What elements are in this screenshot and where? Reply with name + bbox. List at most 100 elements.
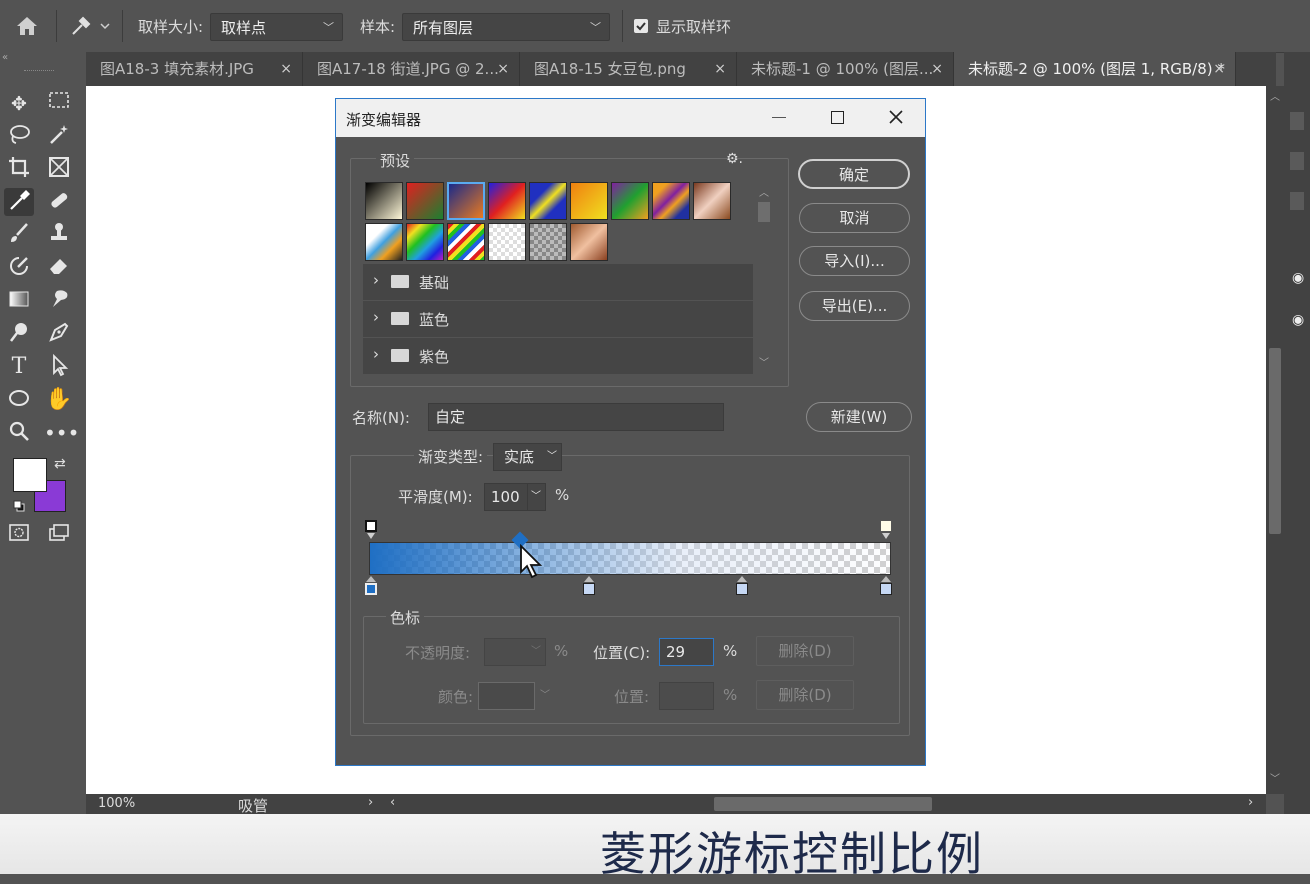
color-stop[interactable] bbox=[880, 583, 892, 595]
export-button[interactable]: 导出(E)... bbox=[799, 291, 910, 321]
type-icon[interactable]: T bbox=[4, 353, 34, 381]
cancel-button[interactable]: 取消 bbox=[799, 203, 910, 233]
smudge-icon[interactable] bbox=[44, 287, 74, 315]
show-ring-checkbox[interactable] bbox=[634, 19, 648, 33]
scroll-up-icon[interactable]: ︿ bbox=[1270, 88, 1280, 103]
smoothness-input[interactable]: 100 ﹀ bbox=[484, 483, 546, 511]
preset-swatch[interactable] bbox=[529, 182, 567, 220]
move-icon[interactable]: ✥ bbox=[4, 90, 34, 118]
scroll-thumb[interactable] bbox=[1269, 348, 1281, 534]
name-input[interactable]: 自定 bbox=[428, 403, 724, 431]
scroll-right-icon[interactable]: › bbox=[1248, 795, 1253, 810]
panel-icon[interactable] bbox=[1290, 152, 1304, 170]
preset-swatch[interactable] bbox=[447, 223, 485, 261]
scroll-up-icon[interactable]: ︿ bbox=[759, 184, 769, 199]
color-stop[interactable] bbox=[736, 583, 748, 595]
swap-colors-icon[interactable]: ⇄ bbox=[54, 456, 66, 472]
gradient-type-select[interactable]: 实底 ﹀ bbox=[493, 443, 562, 471]
panel-icon[interactable] bbox=[1290, 192, 1304, 210]
home-icon[interactable] bbox=[14, 14, 40, 38]
eyedropper-preset-icon[interactable] bbox=[68, 14, 112, 38]
preset-folder[interactable]: › 紫色 bbox=[363, 338, 753, 374]
pen-icon[interactable] bbox=[44, 320, 74, 348]
scroll-down-icon[interactable]: ﹀ bbox=[1270, 770, 1280, 785]
zoom-level[interactable]: 100% bbox=[98, 796, 135, 811]
gradient-preview-bar[interactable] bbox=[369, 542, 891, 575]
path-select-icon[interactable] bbox=[44, 353, 74, 381]
maximize-icon[interactable] bbox=[831, 111, 844, 124]
preset-swatch[interactable] bbox=[570, 223, 608, 261]
expand-chevron-icon[interactable]: › bbox=[373, 271, 379, 289]
opacity-stop-left[interactable] bbox=[365, 520, 377, 532]
presets-scrollbar[interactable]: ︿ ﹀ bbox=[756, 182, 772, 374]
new-button[interactable]: 新建(W) bbox=[806, 402, 912, 432]
foreground-color-swatch[interactable] bbox=[13, 458, 47, 492]
preset-swatch[interactable] bbox=[611, 182, 649, 220]
eraser-icon[interactable] bbox=[44, 254, 74, 282]
close-icon[interactable]: × bbox=[1213, 52, 1225, 86]
document-tab-active[interactable]: 未标题-2 @ 100% (图层 1, RGB/8) * × bbox=[954, 52, 1236, 86]
lasso-icon[interactable] bbox=[4, 122, 34, 150]
preset-swatch[interactable] bbox=[488, 223, 526, 261]
preset-swatch-selected[interactable] bbox=[447, 182, 485, 220]
preset-swatch[interactable] bbox=[488, 182, 526, 220]
document-tab[interactable]: 图A18-3 填充素材.JPG × bbox=[86, 52, 303, 86]
visibility-eye-icon[interactable]: ◉ bbox=[1292, 312, 1304, 328]
vertical-scrollbar[interactable]: ︿ ﹀ bbox=[1266, 86, 1284, 794]
history-brush-icon[interactable] bbox=[4, 254, 34, 282]
minimize-icon[interactable] bbox=[772, 117, 786, 118]
preset-swatch[interactable] bbox=[365, 182, 403, 220]
import-button[interactable]: 导入(I)... bbox=[799, 246, 910, 276]
preset-swatch[interactable] bbox=[529, 223, 567, 261]
sample-select[interactable]: 所有图层 ﹀ bbox=[402, 13, 610, 41]
document-tab[interactable]: 未标题-1 @ 100% (图层... × bbox=[737, 52, 954, 86]
opacity-stop-right[interactable] bbox=[880, 520, 892, 532]
close-icon[interactable]: × bbox=[931, 52, 943, 86]
default-colors-icon[interactable] bbox=[13, 498, 25, 512]
crop-icon[interactable] bbox=[4, 155, 34, 183]
sample-size-select[interactable]: 取样点 ﹀ bbox=[210, 13, 343, 41]
quick-mask-icon[interactable] bbox=[4, 522, 34, 550]
close-icon[interactable]: × bbox=[714, 52, 726, 86]
more-icon[interactable]: ••• bbox=[44, 419, 79, 447]
hand-icon[interactable]: ✋ bbox=[44, 386, 74, 414]
dialog-titlebar[interactable]: 渐变编辑器 bbox=[336, 99, 925, 137]
dodge-icon[interactable] bbox=[4, 320, 34, 348]
marquee-icon[interactable] bbox=[44, 90, 74, 118]
preset-swatch[interactable] bbox=[693, 182, 731, 220]
close-icon[interactable]: × bbox=[497, 52, 509, 86]
preset-swatch[interactable] bbox=[570, 182, 608, 220]
frame-icon[interactable] bbox=[44, 155, 74, 183]
scroll-down-icon[interactable]: ﹀ bbox=[759, 354, 769, 369]
scroll-thumb[interactable] bbox=[758, 202, 770, 222]
document-tab[interactable]: 图A17-18 街道.JPG @ 2... × bbox=[303, 52, 520, 86]
eyedropper-icon[interactable] bbox=[4, 188, 34, 216]
preset-swatch[interactable] bbox=[365, 223, 403, 261]
brush-icon[interactable] bbox=[4, 221, 34, 249]
ok-button[interactable]: 确定 bbox=[798, 159, 910, 189]
expand-chevron-icon[interactable]: › bbox=[373, 308, 379, 326]
position-input[interactable]: 29 bbox=[659, 638, 714, 666]
stamp-icon[interactable] bbox=[44, 221, 74, 249]
magic-wand-icon[interactable] bbox=[44, 122, 74, 150]
status-menu-icon[interactable]: › bbox=[368, 795, 373, 810]
gear-icon[interactable]: ⚙. bbox=[726, 151, 743, 167]
gradient-icon[interactable] bbox=[4, 287, 34, 315]
screen-mode-icon[interactable] bbox=[44, 522, 74, 550]
horizontal-scroll-thumb[interactable] bbox=[714, 797, 932, 811]
delete-button[interactable]: 删除(D) bbox=[756, 636, 854, 666]
expand-chevron-icon[interactable]: › bbox=[373, 345, 379, 363]
healing-icon[interactable] bbox=[44, 188, 74, 216]
preset-swatch[interactable] bbox=[406, 223, 444, 261]
document-tab[interactable]: 图A18-15 女豆包.png × bbox=[520, 52, 737, 86]
scroll-left-icon[interactable]: ‹ bbox=[390, 795, 395, 810]
preset-swatch[interactable] bbox=[652, 182, 690, 220]
panel-icon[interactable] bbox=[1290, 112, 1304, 130]
color-stop[interactable] bbox=[365, 583, 377, 595]
collapse-icon[interactable]: « bbox=[0, 52, 88, 66]
color-stop[interactable] bbox=[583, 583, 595, 595]
zoom-icon[interactable] bbox=[4, 419, 34, 447]
close-icon[interactable]: × bbox=[280, 52, 292, 86]
visibility-eye-icon[interactable]: ◉ bbox=[1292, 270, 1304, 286]
ellipse-icon[interactable] bbox=[4, 386, 34, 414]
